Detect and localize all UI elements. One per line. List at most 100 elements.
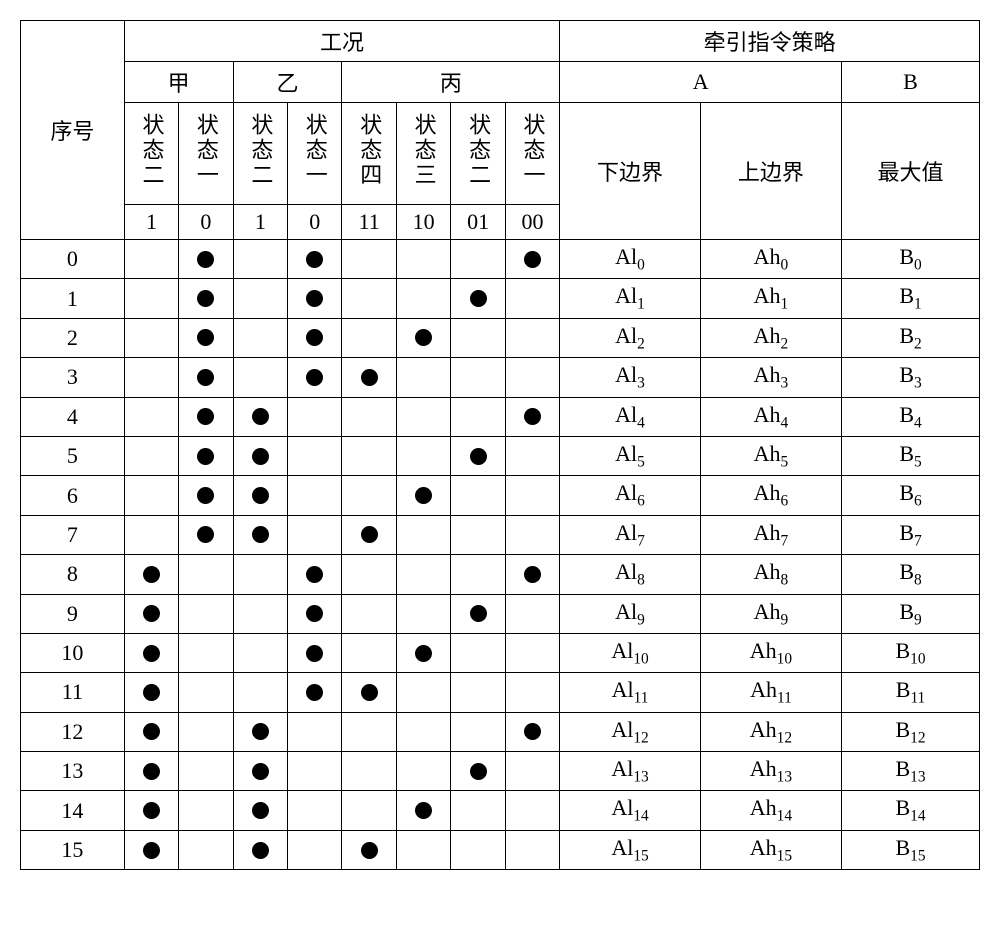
state-cell xyxy=(233,358,287,397)
dot-icon xyxy=(197,408,214,425)
upper-cell: Ah15 xyxy=(700,830,841,869)
upper-cell: Ah9 xyxy=(700,594,841,633)
lower-cell: Al10 xyxy=(560,633,701,672)
state-cell xyxy=(451,318,505,357)
max-cell: B9 xyxy=(842,594,980,633)
table-row: 15Al15Ah15B15 xyxy=(21,830,980,869)
state-cell xyxy=(124,436,178,475)
state-cell xyxy=(179,515,233,554)
state-cell xyxy=(396,397,450,436)
state-cell xyxy=(124,555,178,594)
state-cell xyxy=(451,791,505,830)
header-code-yi-s1: 0 xyxy=(288,205,342,240)
dot-icon xyxy=(252,802,269,819)
seq-cell: 7 xyxy=(21,515,125,554)
seq-cell: 5 xyxy=(21,436,125,475)
state-cell xyxy=(179,712,233,751)
state-cell xyxy=(451,397,505,436)
state-cell xyxy=(124,476,178,515)
state-cell xyxy=(124,594,178,633)
upper-cell: Ah7 xyxy=(700,515,841,554)
state-cell xyxy=(179,358,233,397)
upper-cell: Ah1 xyxy=(700,279,841,318)
state-cell xyxy=(505,555,559,594)
state-cell xyxy=(288,515,342,554)
dot-icon xyxy=(524,251,541,268)
header-bing-s4: 状态四 xyxy=(342,103,396,205)
state-cell xyxy=(233,712,287,751)
state-cell xyxy=(451,358,505,397)
state-cell xyxy=(396,752,450,791)
dot-icon xyxy=(197,329,214,346)
state-cell xyxy=(179,555,233,594)
header-yi: 乙 xyxy=(233,62,342,103)
state-cell xyxy=(505,476,559,515)
dot-icon xyxy=(143,566,160,583)
dot-icon xyxy=(306,684,323,701)
seq-cell: 13 xyxy=(21,752,125,791)
dot-icon xyxy=(197,369,214,386)
state-cell xyxy=(179,436,233,475)
header-code-jia-s2: 1 xyxy=(124,205,178,240)
dot-icon xyxy=(197,526,214,543)
seq-cell: 0 xyxy=(21,240,125,279)
table-row: 8Al8Ah8B8 xyxy=(21,555,980,594)
dot-icon xyxy=(252,723,269,740)
state-cell xyxy=(179,397,233,436)
state-cell xyxy=(124,515,178,554)
upper-cell: Ah6 xyxy=(700,476,841,515)
lower-cell: Al9 xyxy=(560,594,701,633)
table-row: 4Al4Ah4B4 xyxy=(21,397,980,436)
state-cell xyxy=(396,515,450,554)
state-cell xyxy=(288,830,342,869)
max-cell: B11 xyxy=(842,673,980,712)
state-cell xyxy=(342,791,396,830)
state-cell xyxy=(233,279,287,318)
state-table: 序号 工况 牵引指令策略 甲 乙 丙 A B 状态二 状态一 状态二 状态一 状… xyxy=(20,20,980,870)
dot-icon xyxy=(143,763,160,780)
state-cell xyxy=(124,318,178,357)
state-cell xyxy=(451,555,505,594)
state-cell xyxy=(124,712,178,751)
state-cell xyxy=(342,555,396,594)
upper-cell: Ah8 xyxy=(700,555,841,594)
state-cell xyxy=(396,594,450,633)
state-cell xyxy=(288,673,342,712)
dot-icon xyxy=(306,645,323,662)
seq-cell: 2 xyxy=(21,318,125,357)
state-cell xyxy=(233,318,287,357)
state-cell xyxy=(342,476,396,515)
dot-icon xyxy=(197,487,214,504)
lower-cell: Al4 xyxy=(560,397,701,436)
state-cell xyxy=(288,476,342,515)
state-cell xyxy=(505,830,559,869)
state-cell xyxy=(233,673,287,712)
max-cell: B0 xyxy=(842,240,980,279)
state-cell xyxy=(288,279,342,318)
dot-icon xyxy=(252,448,269,465)
dot-icon xyxy=(470,290,487,307)
lower-cell: Al14 xyxy=(560,791,701,830)
state-cell xyxy=(505,436,559,475)
state-cell xyxy=(505,712,559,751)
state-cell xyxy=(451,633,505,672)
state-cell xyxy=(451,830,505,869)
state-cell xyxy=(124,358,178,397)
max-cell: B6 xyxy=(842,476,980,515)
upper-cell: Ah12 xyxy=(700,712,841,751)
header-yi-s2: 状态二 xyxy=(233,103,287,205)
seq-cell: 9 xyxy=(21,594,125,633)
state-cell xyxy=(342,397,396,436)
state-cell xyxy=(233,791,287,830)
state-cell xyxy=(505,673,559,712)
state-cell xyxy=(233,515,287,554)
table-row: 5Al5Ah5B5 xyxy=(21,436,980,475)
state-cell xyxy=(396,436,450,475)
lower-cell: Al6 xyxy=(560,476,701,515)
dot-icon xyxy=(306,369,323,386)
table-row: 0Al0Ah0B0 xyxy=(21,240,980,279)
dot-icon xyxy=(361,842,378,859)
state-cell xyxy=(179,752,233,791)
state-cell xyxy=(396,712,450,751)
lower-cell: Al1 xyxy=(560,279,701,318)
